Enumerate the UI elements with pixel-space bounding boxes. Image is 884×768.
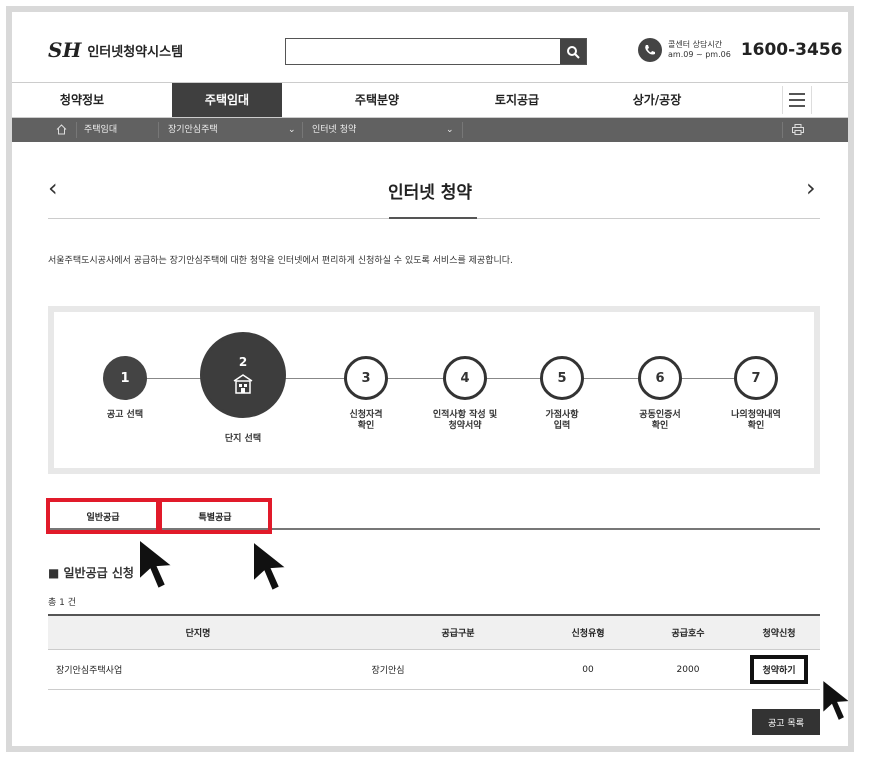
column-header-supply-type: 공급구분 xyxy=(441,629,475,639)
page-title: 인터넷 청약 xyxy=(387,183,473,203)
step-number: 4 xyxy=(443,356,487,400)
mouse-cursor-icon xyxy=(252,538,290,593)
hamburger-icon xyxy=(789,93,805,95)
step-label: 나의청약내역 확인 xyxy=(731,410,781,431)
nav-item-subscription-info[interactable]: 청약정보 xyxy=(22,83,142,117)
step-number: 6 xyxy=(638,356,682,400)
step-label: 단지 선택 xyxy=(224,434,262,444)
cell-supply-type: 장기안심 xyxy=(371,666,405,676)
mouse-cursor-icon xyxy=(821,677,848,723)
search-icon xyxy=(567,45,580,59)
section-title-text: 일반공급 신청 xyxy=(63,566,134,580)
cell-apply: 청약하기 xyxy=(738,650,820,689)
step-number: 1 xyxy=(103,356,147,400)
nav-item-commercial[interactable]: 상가/공장 xyxy=(592,83,722,117)
step-number: 2 xyxy=(238,355,248,369)
step-1: 1 공고 선택 xyxy=(80,356,170,421)
cell-apply-type: 00 xyxy=(582,664,594,675)
step-number: 5 xyxy=(540,356,584,400)
breadcrumb-item-2[interactable]: 장기안심주택 xyxy=(168,118,218,142)
screenshot-frame: SH 인터넷청약시스템 콜센터 상담시간 am.09 ~ pm.06 1600-… xyxy=(6,6,854,752)
table-header: 단지명 공급구분 신청유형 공급호수 청약신청 xyxy=(48,614,820,650)
step-6: 6 공동인증서 확인 xyxy=(612,356,708,432)
total-count: 총 1 건 xyxy=(48,598,77,608)
tab-special-supply[interactable]: 특별공급 xyxy=(158,498,272,534)
tab-label: 일반공급 xyxy=(86,512,120,523)
call-number: 1600-3456 xyxy=(740,40,843,60)
nav-item-housing-sale[interactable]: 주택분양 xyxy=(312,83,442,117)
nav-item-land-supply[interactable]: 토지공급 xyxy=(452,83,582,117)
mouse-cursor-icon xyxy=(138,536,176,591)
chevron-down-icon[interactable]: ⌄ xyxy=(446,118,454,142)
tab-general-supply[interactable]: 일반공급 xyxy=(46,498,160,534)
search-button[interactable] xyxy=(560,39,586,64)
next-arrow-icon[interactable]: › xyxy=(806,174,816,202)
search-input[interactable] xyxy=(286,39,560,64)
building-icon xyxy=(233,374,253,394)
cell-name: 장기안심주택사업 xyxy=(56,666,123,676)
breadcrumb-item-3[interactable]: 인터넷 청약 xyxy=(312,118,356,142)
supply-table: 단지명 공급구분 신청유형 공급호수 청약신청 장기안심주택사업 장기안심 00… xyxy=(48,614,820,690)
section-title: ■ 일반공급 신청 xyxy=(48,566,134,580)
step-7: 7 나의청약내역 확인 xyxy=(704,356,808,432)
tab-label: 특별공급 xyxy=(198,512,232,523)
step-2: 2 단지 선택 xyxy=(194,332,292,445)
step-4: 4 인적사항 작성 및 청약서약 xyxy=(406,356,524,432)
main-nav: 청약정보 주택임대 주택분양 토지공급 상가/공장 xyxy=(12,82,848,118)
call-hours: 콜센터 상담시간 am.09 ~ pm.06 xyxy=(668,40,731,60)
breadcrumb-item-1[interactable]: 주택임대 xyxy=(84,118,117,142)
menu-button[interactable] xyxy=(782,86,812,114)
title-underline xyxy=(389,217,477,219)
step-label: 가점사항 입력 xyxy=(545,410,579,431)
step-number: 7 xyxy=(734,356,778,400)
call-hours-time: am.09 ~ pm.06 xyxy=(668,50,731,59)
step-3: 3 신청자격 확인 xyxy=(318,356,414,432)
breadcrumb: 주택임대 장기안심주택 ⌄ 인터넷 청약 ⌄ xyxy=(12,118,848,142)
search-box xyxy=(285,38,587,65)
step-current-circle: 2 xyxy=(200,332,286,418)
step-5: 5 가점사항 입력 xyxy=(514,356,610,432)
announcement-list-button[interactable]: 공고 목록 xyxy=(752,709,820,735)
step-label: 인적사항 작성 및 청약서약 xyxy=(432,410,498,431)
logo[interactable]: SH 인터넷청약시스템 xyxy=(48,38,183,62)
logo-mark: SH xyxy=(48,38,82,62)
print-icon[interactable] xyxy=(792,118,804,142)
page-description: 서울주택도시공사에서 공급하는 장기안심주택에 대한 청약을 인터넷에서 편리하… xyxy=(48,256,513,266)
home-icon[interactable] xyxy=(56,118,67,142)
nav-item-rental-housing[interactable]: 주택임대 xyxy=(172,83,282,117)
phone-icon xyxy=(638,38,662,62)
column-header-name: 단지명 xyxy=(185,629,211,639)
step-number: 3 xyxy=(344,356,388,400)
step-progress: 1 공고 선택 2 단지 선택 3 신청자격 확인 4 인적사항 작성 및 청약… xyxy=(48,306,820,474)
step-label: 공동인증서 확인 xyxy=(639,410,681,431)
table-row: 장기안심주택사업 장기안심 00 2000 청약하기 xyxy=(48,650,820,690)
chevron-down-icon[interactable]: ⌄ xyxy=(288,118,296,142)
logo-text: 인터넷청약시스템 xyxy=(87,44,184,60)
column-header-units: 공급호수 xyxy=(671,629,705,639)
cell-units: 2000 xyxy=(676,664,700,675)
call-hours-label: 콜센터 상담시간 xyxy=(668,40,723,49)
step-label: 신청자격 확인 xyxy=(349,410,383,431)
step-label: 공고 선택 xyxy=(106,410,144,420)
apply-button[interactable]: 청약하기 xyxy=(750,655,808,684)
call-center: 콜센터 상담시간 am.09 ~ pm.06 1600-3456 xyxy=(638,38,843,62)
column-header-apply-type: 신청유형 xyxy=(571,629,605,639)
column-header-apply: 청약신청 xyxy=(762,629,796,639)
